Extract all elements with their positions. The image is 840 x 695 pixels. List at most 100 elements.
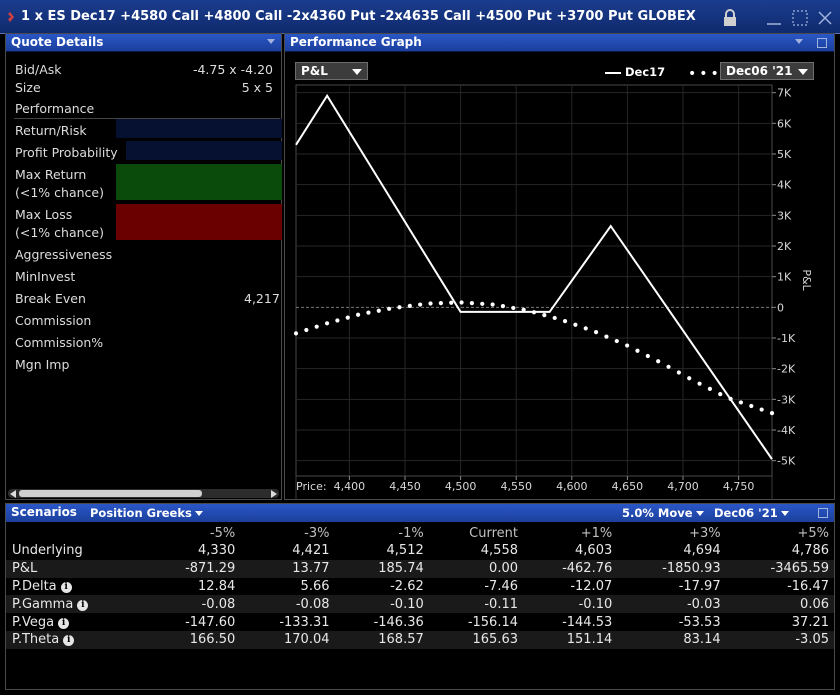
table-cell: 4,421 bbox=[292, 543, 330, 559]
series-point-dotted bbox=[293, 331, 299, 336]
info-icon[interactable]: i bbox=[77, 599, 89, 611]
y-axis-label: P&L bbox=[800, 269, 813, 291]
table-cell: 168.57 bbox=[334, 630, 429, 649]
series-point-dotted bbox=[604, 334, 609, 339]
series-point-dotted bbox=[397, 305, 402, 310]
y-tick-label: 6K bbox=[777, 117, 792, 130]
chevron-down-icon[interactable] bbox=[267, 39, 275, 44]
series-point-dotted bbox=[687, 376, 692, 381]
column-header: +1% bbox=[580, 525, 613, 541]
lock-icon[interactable] bbox=[723, 9, 737, 27]
table-cell: -2.62 bbox=[390, 578, 424, 594]
series-point-dotted bbox=[459, 300, 464, 305]
series-point-dotted bbox=[625, 343, 630, 348]
max-loss-bar bbox=[116, 204, 282, 240]
scenarios-header-row: -5% -3% -1% Current +1% +3% +5% bbox=[6, 524, 834, 542]
series-point-dotted bbox=[418, 302, 423, 307]
series-point-dotted bbox=[480, 301, 485, 306]
table-cell: -53.53 bbox=[678, 614, 721, 630]
info-icon[interactable]: i bbox=[58, 617, 70, 629]
table-cell: 0.00 bbox=[428, 559, 523, 578]
series-point-dotted bbox=[759, 407, 764, 412]
series-point-dotted bbox=[769, 411, 775, 416]
y-tick-label: -4K bbox=[777, 424, 796, 437]
series-point-dotted bbox=[511, 305, 516, 311]
row-label: P&L bbox=[6, 559, 146, 578]
scenario-date-dropdown[interactable]: Dec06 '21 bbox=[714, 506, 789, 520]
break-even-value: 4,217 bbox=[244, 291, 280, 306]
series-point-dotted bbox=[521, 307, 526, 312]
series-point-dotted bbox=[614, 338, 619, 344]
x-tick-label: 4,700 bbox=[667, 480, 699, 493]
horizontal-scrollbar[interactable] bbox=[8, 489, 279, 498]
commission-label: Commission bbox=[15, 313, 92, 328]
scroll-right-icon[interactable] bbox=[271, 490, 277, 498]
table-cell: 4,330 bbox=[198, 543, 236, 559]
table-cell: -0.08 bbox=[146, 595, 241, 614]
series-point-dotted bbox=[428, 301, 433, 306]
series-point-dotted bbox=[697, 381, 702, 386]
detach-icon[interactable] bbox=[818, 508, 828, 518]
y-tick-label: 5K bbox=[777, 148, 792, 161]
mgn-imp-label: Mgn Imp bbox=[15, 357, 70, 372]
chevron-down-icon bbox=[780, 511, 789, 516]
move-dropdown-label: 5.0% Move bbox=[622, 506, 693, 520]
y-tick-label: -5K bbox=[777, 455, 796, 468]
performance-graph-panel: Performance Graph P&L Dec17 ••• Dec06 '2… bbox=[284, 33, 835, 500]
table-cell: -0.11 bbox=[428, 595, 523, 614]
bid-ask-label: Bid/Ask bbox=[15, 62, 62, 77]
row-label: P.Gamma i bbox=[6, 595, 146, 614]
y-tick-label: 4K bbox=[777, 179, 792, 192]
aggressiveness-label: Aggressiveness bbox=[15, 247, 113, 262]
maximize-icon[interactable] bbox=[790, 8, 810, 28]
series-point-dotted bbox=[438, 301, 443, 306]
series-point-dotted bbox=[676, 370, 681, 375]
y-tick-label: -1K bbox=[777, 332, 796, 345]
mininvest-label: MinInvest bbox=[15, 269, 76, 284]
y-tick-label: -3K bbox=[777, 393, 796, 406]
column-header: -1% bbox=[398, 525, 424, 541]
table-cell: 0.06 bbox=[725, 595, 834, 614]
close-icon[interactable] bbox=[815, 8, 835, 28]
table-cell: 37.21 bbox=[791, 614, 829, 630]
move-dropdown[interactable]: 5.0% Move bbox=[622, 506, 704, 520]
x-tick-label: 4,450 bbox=[389, 480, 421, 493]
scroll-left-icon[interactable] bbox=[10, 490, 16, 498]
chart-series bbox=[293, 93, 775, 460]
row-label-text: P.Gamma bbox=[12, 596, 74, 612]
table-cell: 83.14 bbox=[617, 630, 726, 649]
window-title: 1 x ES Dec17 +4580 Call +4800 Call -2x43… bbox=[21, 9, 696, 24]
break-even-label: Break Even bbox=[15, 291, 86, 306]
table-cell: -1850.93 bbox=[617, 559, 726, 578]
column-header: +3% bbox=[689, 525, 721, 541]
table-cell: -0.08 bbox=[240, 595, 335, 614]
scrollbar-thumb[interactable] bbox=[19, 490, 202, 497]
size-label: Size bbox=[15, 80, 41, 95]
scenarios-header: Scenarios Position Greeks 5.0% Move Dec0… bbox=[6, 504, 834, 522]
series-point-dotted bbox=[387, 306, 392, 311]
y-tick-label: 3K bbox=[777, 209, 792, 222]
series-point-dotted bbox=[314, 324, 319, 329]
table-cell: -3465.59 bbox=[725, 559, 834, 578]
x-tick-label: 4,600 bbox=[556, 480, 588, 493]
row-label-text: P&L bbox=[12, 561, 38, 577]
table-cell: 12.84 bbox=[198, 578, 236, 594]
table-cell: -0.03 bbox=[617, 595, 726, 614]
x-tick-label: 4,550 bbox=[500, 480, 531, 493]
table-cell: -7.46 bbox=[484, 578, 518, 594]
greeks-dropdown[interactable]: Position Greeks bbox=[90, 506, 203, 520]
table-row: P.Delta i 12.84 5.66 -2.62 -7.46 -12.07 -17.97 -… bbox=[6, 578, 834, 596]
info-icon[interactable]: i bbox=[60, 581, 72, 593]
table-cell: 4,558 bbox=[480, 543, 518, 559]
column-header: -3% bbox=[304, 525, 330, 541]
info-icon[interactable]: i bbox=[63, 635, 75, 647]
minimize-icon[interactable] bbox=[764, 8, 784, 28]
profit-probability-bar bbox=[126, 141, 282, 160]
series-point-dotted bbox=[335, 318, 340, 323]
row-label: P.Theta i bbox=[6, 630, 146, 649]
series-point-dotted bbox=[666, 364, 671, 369]
table-cell: -16.47 bbox=[787, 578, 829, 594]
series-point-dotted bbox=[645, 353, 650, 359]
table-row: P&L -871.29 13.77 185.74 0.00 -462.76 -1850.93… bbox=[6, 559, 834, 578]
max-loss-sub: (<1% chance) bbox=[15, 225, 104, 240]
